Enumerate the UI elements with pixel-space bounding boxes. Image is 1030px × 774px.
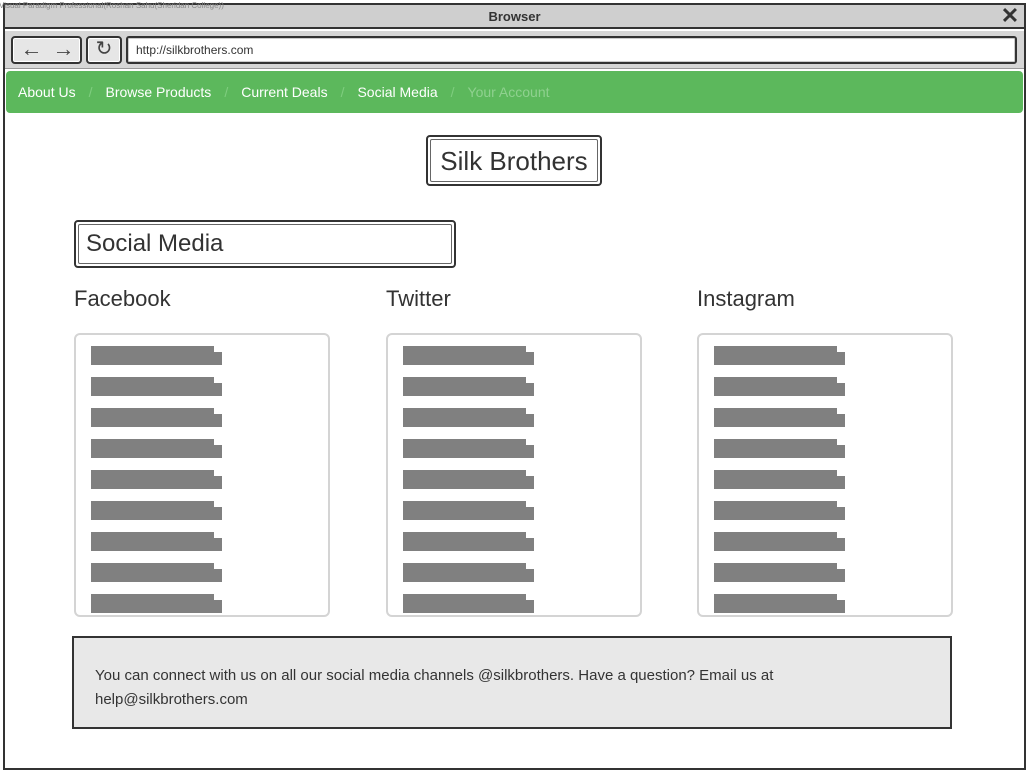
- placeholder-bar: [714, 538, 845, 551]
- feed-placeholder-line: [714, 408, 845, 427]
- placeholder-bar: [403, 352, 534, 365]
- placeholder-bar: [403, 538, 534, 551]
- feed-placeholder-line: [91, 346, 222, 365]
- placeholder-bar: [91, 600, 222, 613]
- section-title: Social Media: [78, 224, 452, 264]
- nav-separator-wrap: /: [211, 84, 241, 100]
- close-icon[interactable]: ✕: [1000, 5, 1020, 27]
- placeholder-bar: [91, 538, 222, 551]
- main-navbar: About Us / Browse Products / Current Deals / S…: [6, 71, 1023, 113]
- nav-item-label: Social Media: [357, 84, 438, 100]
- placeholder-bar: [714, 569, 845, 582]
- window-title: Browser: [488, 9, 541, 24]
- brand-title: Silk Brothers: [430, 139, 598, 182]
- reload-icon[interactable]: ↻: [86, 36, 122, 64]
- placeholder-bar: [91, 569, 222, 582]
- instagram-title: Instagram: [697, 286, 795, 311]
- placeholder-bar: [403, 569, 534, 582]
- facebook-title: Facebook: [74, 286, 171, 311]
- placeholder-bar: [403, 476, 534, 489]
- twitter-feed-panel[interactable]: [386, 333, 642, 617]
- placeholder-bar: [714, 383, 845, 396]
- placeholder-bar: [91, 507, 222, 520]
- back-arrow-icon[interactable]: ←: [15, 38, 48, 62]
- nav-separator-wrap: /: [438, 84, 468, 100]
- feed-placeholder-line: [714, 532, 845, 551]
- placeholder-bar: [91, 352, 222, 365]
- feed-placeholder-line: [403, 563, 534, 582]
- feed-placeholder-line: [403, 532, 534, 551]
- feed-placeholder-line: [91, 470, 222, 489]
- nav-item-about-us[interactable]: About Us: [18, 84, 76, 100]
- feed-placeholder-line: [91, 501, 222, 520]
- feed-placeholder-line: [91, 594, 222, 613]
- nav-item-label: Browse Products: [105, 84, 212, 100]
- placeholder-bar: [714, 476, 845, 489]
- feed-placeholder-line: [714, 501, 845, 520]
- footer-text: You can connect with us on all our socia…: [95, 667, 774, 708]
- browser-window: Browser ✕ ← → ↻ http://silkbrothers.com …: [3, 3, 1026, 770]
- placeholder-bar: [91, 414, 222, 427]
- placeholder-bar: [403, 507, 534, 520]
- feed-placeholder-line: [403, 470, 534, 489]
- placeholder-bar: [714, 507, 845, 520]
- feed-placeholder-line: [403, 501, 534, 520]
- feed-placeholder-line: [403, 346, 534, 365]
- nav-item-current-deals[interactable]: Current Deals: [241, 84, 327, 100]
- footer-box: You can connect with us on all our socia…: [72, 636, 952, 729]
- nav-separator-wrap: /: [76, 84, 106, 100]
- nav-separator-wrap: /: [328, 84, 358, 100]
- feed-placeholder-line: [91, 408, 222, 427]
- facebook-feed-panel[interactable]: [74, 333, 330, 617]
- nav-item-label: Your Account: [467, 84, 550, 100]
- placeholder-bar: [714, 352, 845, 365]
- address-bar[interactable]: http://silkbrothers.com: [126, 36, 1017, 64]
- placeholder-bar: [91, 445, 222, 458]
- placeholder-bar: [714, 414, 845, 427]
- placeholder-bar: [403, 600, 534, 613]
- watermark-text: Visual Paradigm Professional(Roshan Sahu…: [0, 1, 224, 10]
- feed-placeholder-line: [714, 377, 845, 396]
- nav-separator: /: [450, 84, 455, 100]
- placeholder-bar: [91, 383, 222, 396]
- nav-list: About Us / Browse Products / Current Deals / S…: [6, 71, 1023, 113]
- feed-placeholder-line: [403, 594, 534, 613]
- feed-placeholder-line: [403, 408, 534, 427]
- nav-item-social-media[interactable]: Social Media: [357, 84, 437, 100]
- nav-item-label: Current Deals: [241, 84, 328, 100]
- placeholder-bar: [714, 445, 845, 458]
- feed-placeholder-line: [91, 439, 222, 458]
- forward-arrow-icon[interactable]: →: [47, 38, 80, 62]
- nav-item-label: About Us: [18, 84, 76, 100]
- feed-placeholder-line: [714, 470, 845, 489]
- feed-placeholder-line: [91, 563, 222, 582]
- instagram-feed-panel[interactable]: [697, 333, 953, 617]
- nav-item-browse-products[interactable]: Browse Products: [105, 84, 211, 100]
- placeholder-bar: [91, 476, 222, 489]
- nav-item-your-account: Your Account: [468, 84, 550, 100]
- section-heading-box: Social Media: [74, 220, 456, 268]
- feed-placeholder-line: [714, 594, 845, 613]
- feed-placeholder-line: [714, 346, 845, 365]
- browser-toolbar: ← → ↻ http://silkbrothers.com: [5, 31, 1024, 69]
- placeholder-bar: [403, 414, 534, 427]
- feed-placeholder-line: [403, 439, 534, 458]
- placeholder-bar: [714, 600, 845, 613]
- placeholder-bar: [403, 445, 534, 458]
- nav-separator: /: [340, 84, 345, 100]
- feed-placeholder-line: [714, 439, 845, 458]
- feed-placeholder-line: [403, 377, 534, 396]
- feed-placeholder-line: [91, 532, 222, 551]
- feed-placeholder-line: [714, 563, 845, 582]
- twitter-title: Twitter: [386, 286, 451, 311]
- brand-box: Silk Brothers: [426, 135, 602, 186]
- nav-separator: /: [88, 84, 93, 100]
- placeholder-bar: [403, 383, 534, 396]
- nav-separator: /: [224, 84, 229, 100]
- feed-placeholder-line: [91, 377, 222, 396]
- history-buttons: ← →: [11, 36, 82, 64]
